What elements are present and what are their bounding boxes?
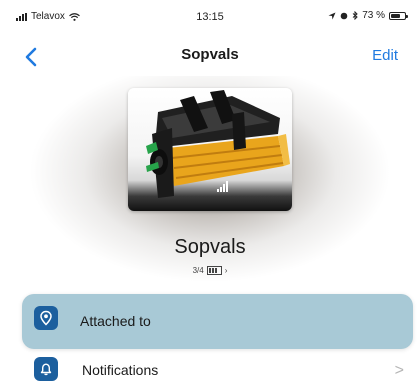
attached-to-label: Attached to <box>80 313 151 329</box>
product-header: Sopvals 3/4 › <box>0 76 420 286</box>
nav-title: Sopvals <box>181 46 239 63</box>
product-status-text: 3/4 <box>192 266 204 275</box>
bell-icon <box>34 357 58 381</box>
location-pin-icon <box>34 306 58 330</box>
battery-fill <box>391 13 401 18</box>
chevron-right-icon: > <box>394 362 404 379</box>
notifications-row[interactable]: Notifications > <box>0 355 420 385</box>
battery-icon <box>206 266 222 275</box>
product-status: 3/4 › <box>0 266 420 275</box>
product-name: Sopvals <box>174 236 246 258</box>
battery-icon <box>389 11 408 20</box>
sweeper-illustration <box>146 90 290 198</box>
notifications-label: Notifications <box>82 362 159 378</box>
attached-to-row[interactable]: Attached to <box>22 294 413 349</box>
edit-button[interactable]: Edit <box>372 47 398 64</box>
battery-percent: 73 % <box>362 10 385 21</box>
navigation-bar: Sopvals Edit <box>0 38 420 76</box>
product-image[interactable] <box>128 88 292 211</box>
signal-strength-icon <box>217 181 228 192</box>
bluetooth-icon <box>352 11 358 20</box>
status-right: 73 % <box>328 10 408 21</box>
location-icon <box>328 12 336 19</box>
status-bar: Telavox 13:15 73 % <box>0 0 420 38</box>
alarm-icon <box>340 12 348 19</box>
chevron-right-icon: › <box>224 266 228 275</box>
